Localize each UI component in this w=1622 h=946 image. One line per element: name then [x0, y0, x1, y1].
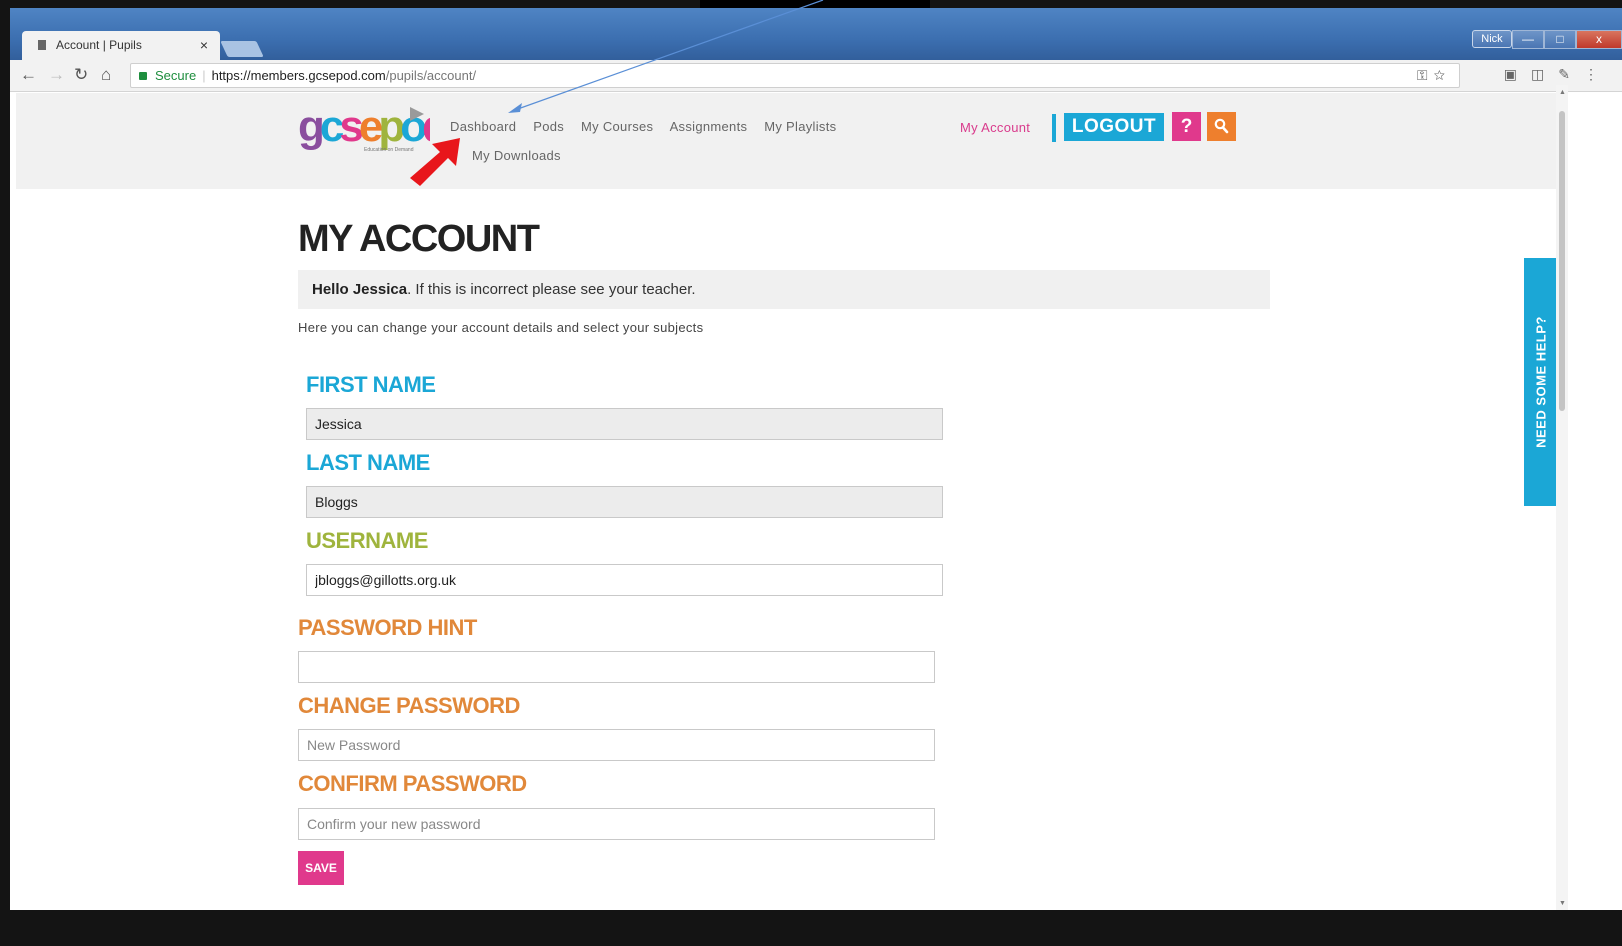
first-name-label: FIRST NAME: [306, 372, 436, 397]
main-nav: Dashboard Pods My Courses Assignments My…: [450, 119, 849, 134]
lock-icon: [139, 72, 147, 80]
save-button[interactable]: SAVE: [298, 851, 344, 885]
greeting-message: . If this is incorrect please see your t…: [407, 281, 696, 298]
site-header: gcsepod Education on Demand Dashboard Po…: [16, 93, 1556, 189]
key-icon[interactable]: ⚿: [1417, 67, 1434, 83]
confirm-password-label: CONFIRM PASSWORD: [298, 771, 527, 796]
home-icon[interactable]: ⌂: [101, 65, 111, 85]
greeting-name: Hello Jessica: [312, 281, 408, 298]
need-help-label: NEED SOME HELP?: [1533, 316, 1549, 448]
back-arrow-icon[interactable]: ←: [20, 65, 37, 85]
maximize-button[interactable]: □: [1544, 30, 1576, 49]
page-scrollbar[interactable]: ▲ ▼: [1556, 85, 1568, 911]
header-divider: [1052, 114, 1056, 142]
nav-assignments[interactable]: Assignments: [670, 119, 748, 134]
greeting-banner: Hello Jessica. If this is incorrect plea…: [298, 270, 1270, 309]
cast-icon[interactable]: ◫: [1531, 66, 1558, 82]
browser-titlebar: Account | Pupils × Nick — □ x: [10, 8, 1622, 60]
new-password-field[interactable]: [298, 729, 935, 761]
url-host: https://members.gcsepod.com: [211, 68, 386, 83]
logout-button[interactable]: LOGOUT: [1064, 113, 1164, 141]
window-controls: — □ x: [1512, 30, 1622, 49]
scroll-up-icon[interactable]: ▲: [1559, 89, 1566, 96]
username-field[interactable]: [306, 564, 943, 596]
nav-my-courses[interactable]: My Courses: [581, 119, 653, 134]
tab-title: Account | Pupils: [56, 38, 142, 52]
star-icon[interactable]: ☆: [1434, 67, 1451, 83]
nav-dashboard[interactable]: Dashboard: [450, 119, 516, 134]
new-tab-button[interactable]: [220, 41, 264, 57]
profile-button[interactable]: Nick: [1472, 30, 1512, 48]
username-label: USERNAME: [306, 528, 428, 553]
url-path: /pupils/account/: [385, 68, 477, 83]
help-button[interactable]: ?: [1172, 112, 1201, 141]
browser-window: Account | Pupils × Nick — □ x ← → ↻ ⌂ Se…: [10, 8, 1622, 942]
scroll-down-icon[interactable]: ▼: [1559, 900, 1566, 907]
page-title: MY ACCOUNT: [298, 218, 540, 260]
browser-toolbar: ← → ↻ ⌂ Secure | https://members.gcsepod.c…: [10, 60, 1622, 92]
confirm-password-field[interactable]: [298, 808, 935, 840]
url-separator: |: [202, 68, 206, 83]
nav-my-downloads[interactable]: My Downloads: [472, 148, 561, 163]
secure-label: Secure: [155, 68, 197, 83]
my-account-link[interactable]: My Account: [960, 120, 1030, 135]
intro-text: Here you can change your account details…: [298, 320, 704, 335]
nav-my-playlists[interactable]: My Playlists: [764, 119, 836, 134]
pin-icon[interactable]: ✎: [1558, 66, 1584, 82]
extension-icon[interactable]: ▣: [1504, 66, 1531, 82]
search-icon: [1214, 118, 1229, 134]
forward-arrow-icon[interactable]: →: [48, 65, 65, 85]
change-password-label: CHANGE PASSWORD: [298, 693, 520, 718]
address-bar[interactable]: Secure | https://members.gcsepod.com/pupil…: [130, 63, 1460, 88]
page-icon: [38, 40, 46, 50]
menu-kebab-icon[interactable]: ⋮: [1584, 66, 1612, 82]
minimize-button[interactable]: —: [1512, 30, 1544, 49]
nav-pods[interactable]: Pods: [533, 119, 564, 134]
tab-close-icon[interactable]: ×: [200, 37, 208, 53]
last-name-label: LAST NAME: [306, 450, 430, 475]
need-help-tab[interactable]: NEED SOME HELP?: [1524, 258, 1558, 506]
logo-tagline: Education on Demand: [364, 147, 414, 153]
first-name-field[interactable]: [306, 408, 943, 440]
close-window-button[interactable]: x: [1576, 30, 1622, 49]
last-name-field[interactable]: [306, 486, 943, 518]
bottom-frame: [10, 910, 1622, 946]
browser-tab[interactable]: Account | Pupils ×: [22, 31, 220, 60]
omnibox-icons: ⚿☆: [1417, 64, 1451, 87]
extension-icons: ▣◫✎⋮: [1504, 66, 1612, 83]
password-hint-field[interactable]: [298, 651, 935, 683]
gcsepod-logo[interactable]: gcsepod Education on Demand: [298, 103, 430, 155]
scrollbar-thumb[interactable]: [1559, 111, 1565, 411]
search-button[interactable]: [1207, 112, 1236, 141]
password-hint-label: PASSWORD HINT: [298, 615, 477, 640]
reload-icon[interactable]: ↻: [74, 65, 88, 85]
